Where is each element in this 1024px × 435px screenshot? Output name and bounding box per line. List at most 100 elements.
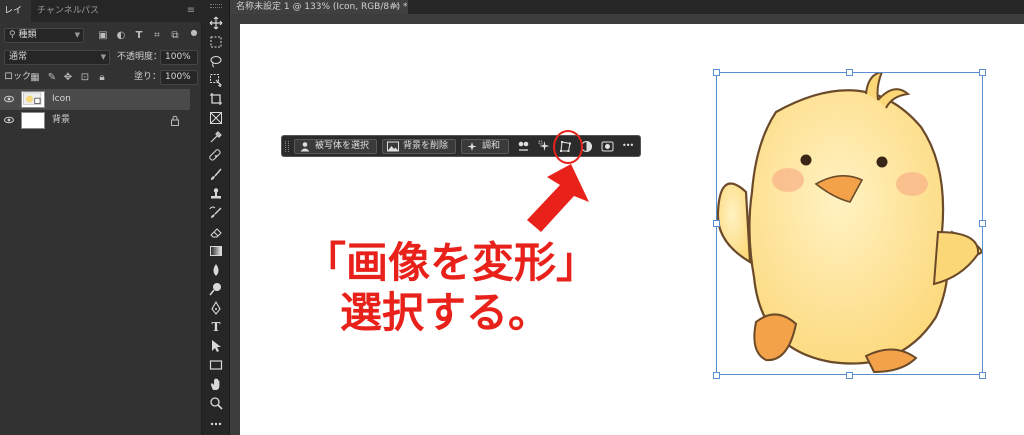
object-selection-tool-icon[interactable] bbox=[207, 72, 225, 88]
lock-icon bbox=[171, 115, 179, 126]
type-tool-icon[interactable]: T bbox=[207, 319, 225, 335]
annotation-line-1: 「画像を変形」 bbox=[304, 238, 599, 287]
transform-handle-top[interactable] bbox=[846, 69, 853, 76]
toolbar-grip[interactable] bbox=[210, 4, 222, 8]
transform-handle-left[interactable] bbox=[713, 220, 720, 227]
tab-paths[interactable]: パス bbox=[77, 0, 103, 22]
transform-handle-bottom-right[interactable] bbox=[979, 372, 986, 379]
brush-tool-icon[interactable] bbox=[207, 167, 225, 183]
lock-position-icon[interactable]: ✥ bbox=[63, 73, 73, 83]
layer-name[interactable]: Icon bbox=[52, 89, 71, 110]
generative-fill-icon[interactable] bbox=[538, 140, 551, 153]
harmonize-label: 調和 bbox=[482, 141, 501, 151]
search-icon: ⚲ bbox=[9, 30, 16, 40]
contextual-taskbar: 被写体を選択 背景を削除 調和 ••• bbox=[281, 135, 641, 157]
layer-name[interactable]: 背景 bbox=[52, 110, 70, 131]
history-brush-tool-icon[interactable] bbox=[207, 205, 225, 221]
chevron-down-icon: ▼ bbox=[74, 31, 80, 39]
eyedropper-tool-icon[interactable] bbox=[207, 129, 225, 145]
document-title: 名称未設定 1 @ 133% (Icon, RGB/8#) * bbox=[236, 2, 408, 12]
transform-handle-top-right[interactable] bbox=[979, 69, 986, 76]
transform-handle-right[interactable] bbox=[979, 220, 986, 227]
zoom-tool-icon[interactable] bbox=[207, 395, 225, 411]
pasteboard bbox=[230, 14, 1024, 24]
shape-filter-icon[interactable]: ⌗ bbox=[152, 31, 162, 41]
layer-thumbnail bbox=[21, 112, 45, 129]
image-icon bbox=[387, 141, 399, 152]
more-options-icon[interactable]: ••• bbox=[622, 138, 638, 151]
transform-bounding-box[interactable] bbox=[716, 72, 983, 375]
adjustment-filter-icon[interactable]: ◐ bbox=[116, 31, 126, 41]
layer-row-icon[interactable]: Icon bbox=[0, 89, 190, 110]
select-subject-label: 被写体を選択 bbox=[315, 141, 370, 151]
opacity-value: 100% bbox=[165, 52, 191, 62]
lock-image-icon[interactable]: ✎ bbox=[47, 73, 57, 83]
visibility-eye-icon[interactable] bbox=[4, 115, 14, 125]
healing-brush-tool-icon[interactable] bbox=[207, 148, 225, 164]
annotation-line-2: 選択する。 bbox=[340, 288, 551, 337]
transform-handle-top-left[interactable] bbox=[713, 69, 720, 76]
lock-transparent-icon[interactable]: ▦ bbox=[30, 73, 40, 83]
tools-panel: T bbox=[202, 0, 230, 435]
annotation-text: 「画像を変形」 選択する。 bbox=[304, 238, 624, 338]
chevron-down-icon: ▼ bbox=[100, 53, 106, 61]
adjust-selection-icon[interactable] bbox=[517, 140, 530, 153]
red-arrow-icon bbox=[527, 164, 589, 232]
person-icon bbox=[300, 142, 310, 152]
tab-layers[interactable]: レイヤー bbox=[0, 0, 31, 38]
lasso-tool-icon[interactable] bbox=[207, 53, 225, 69]
close-icon[interactable]: × bbox=[392, 0, 400, 14]
mask-icon[interactable] bbox=[601, 140, 614, 153]
blur-tool-icon[interactable] bbox=[207, 262, 225, 278]
blend-row: 通常 ▼ 不透明度： 100% bbox=[0, 48, 202, 66]
lock-row: ロック： ▦ ✎ ✥ ⊡ 🔒︎ 塗り： 100% bbox=[0, 68, 202, 86]
layers-panel: レイヤー チャンネル パス ≡ ⚲ 種類 ▼ ▣ ◐ T ⌗ ⧉ ● 通常 ▼ … bbox=[0, 0, 202, 435]
stamp-tool-icon[interactable] bbox=[207, 186, 225, 202]
transform-handle-bottom[interactable] bbox=[846, 372, 853, 379]
opacity-field[interactable]: 100% bbox=[160, 50, 198, 65]
fill-label: 塗り： bbox=[134, 72, 162, 82]
smart-object-filter-icon[interactable]: ⧉ bbox=[170, 31, 180, 41]
crop-tool-icon[interactable] bbox=[207, 91, 225, 107]
harmonize-button[interactable]: 調和 bbox=[461, 139, 509, 154]
pasteboard-left bbox=[230, 24, 240, 435]
smart-object-thumb-icon bbox=[23, 92, 42, 105]
blend-mode-value: 通常 bbox=[9, 52, 28, 62]
pen-tool-icon[interactable] bbox=[207, 300, 225, 316]
lock-all-icon[interactable]: 🔒︎ bbox=[97, 73, 107, 83]
path-selection-tool-icon[interactable] bbox=[207, 338, 225, 354]
select-subject-button[interactable]: 被写体を選択 bbox=[294, 139, 377, 154]
rectangle-tool-icon[interactable] bbox=[207, 357, 225, 373]
filter-toggle-icon[interactable]: ● bbox=[189, 28, 199, 38]
more-tools-icon[interactable] bbox=[207, 416, 225, 432]
layer-thumbnail bbox=[21, 91, 45, 108]
hand-tool-icon[interactable] bbox=[207, 376, 225, 392]
dodge-tool-icon[interactable] bbox=[207, 281, 225, 297]
eraser-tool-icon[interactable] bbox=[207, 224, 225, 240]
fill-value: 100% bbox=[165, 72, 191, 82]
filter-label: 種類 bbox=[18, 30, 37, 40]
taskbar-grip-icon[interactable] bbox=[285, 141, 289, 152]
transform-handle-bottom-left[interactable] bbox=[713, 372, 720, 379]
remove-background-button[interactable]: 背景を削除 bbox=[382, 139, 456, 154]
layer-filter-select[interactable]: ⚲ 種類 ▼ bbox=[4, 28, 84, 43]
frame-tool-icon[interactable] bbox=[207, 110, 225, 126]
type-filter-icon[interactable]: T bbox=[134, 31, 144, 41]
lock-artboard-icon[interactable]: ⊡ bbox=[80, 73, 90, 83]
panel-tab-bar: レイヤー チャンネル パス ≡ bbox=[0, 0, 202, 38]
gradient-tool-icon[interactable] bbox=[207, 243, 225, 259]
fill-field[interactable]: 100% bbox=[160, 70, 198, 85]
document-tab[interactable]: 名称未設定 1 @ 133% (Icon, RGB/8#) * × bbox=[230, 0, 408, 14]
panel-menu-icon[interactable]: ≡ bbox=[186, 5, 196, 17]
document-tab-bar: 名称未設定 1 @ 133% (Icon, RGB/8#) * × bbox=[230, 0, 1024, 14]
layer-filter-row: ⚲ 種類 ▼ ▣ ◐ T ⌗ ⧉ ● bbox=[0, 26, 202, 44]
sparkle-icon bbox=[467, 142, 477, 151]
layer-row-background[interactable]: 背景 bbox=[0, 110, 190, 131]
pixel-filter-icon[interactable]: ▣ bbox=[98, 31, 108, 41]
visibility-eye-icon[interactable] bbox=[4, 94, 14, 104]
marquee-tool-icon[interactable] bbox=[207, 34, 225, 50]
move-tool-icon[interactable] bbox=[207, 15, 225, 31]
blend-mode-select[interactable]: 通常 ▼ bbox=[4, 50, 110, 65]
remove-background-label: 背景を削除 bbox=[403, 141, 449, 151]
highlight-circle bbox=[553, 130, 583, 164]
